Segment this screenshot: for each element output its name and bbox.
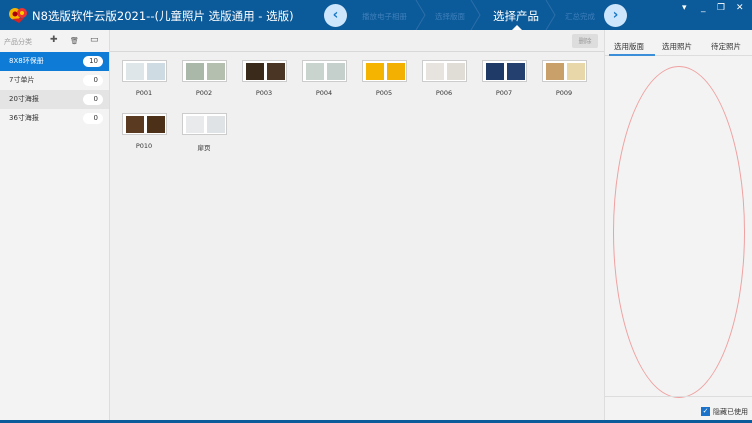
product-label: P007 (495, 89, 513, 97)
thumbnail-page-right (566, 63, 585, 80)
product-item[interactable]: 扉页 (174, 113, 234, 152)
step-separator (470, 0, 481, 30)
product-label: P010 (135, 142, 153, 150)
restore-button[interactable]: ❐ (717, 3, 725, 13)
close-button[interactable]: ✕ (736, 3, 744, 13)
thumbnail-page-right (506, 63, 525, 80)
category-label: 20寸海报 (9, 95, 39, 103)
thumbnail-page-right (146, 63, 165, 80)
title-bar: N8选版软件云版2021--(儿童照片 选版通用 - 选版) ‹ 播放电子相册 … (0, 0, 752, 30)
thumbnail-page-right (206, 63, 225, 80)
step-separator (545, 0, 556, 30)
category-count: 0 (83, 75, 103, 86)
thumbnail-page-right (266, 63, 285, 80)
product-thumbnail (181, 60, 227, 82)
product-item[interactable]: P009 (534, 60, 594, 97)
thumbnail-page-left (365, 63, 384, 80)
thumbnail-page-left (125, 116, 144, 133)
product-item[interactable]: P004 (294, 60, 354, 97)
product-label: P004 (315, 89, 333, 97)
product-thumbnail (361, 60, 407, 82)
hide-used-label[interactable]: 隐藏已使用 (713, 407, 748, 417)
category-item[interactable]: 36寸海报 0 (0, 109, 109, 128)
product-label: P009 (555, 89, 573, 97)
prev-step-button[interactable]: ‹ (324, 4, 347, 27)
add-icon[interactable]: ✚ (50, 35, 58, 45)
category-label: 8X8环保册 (9, 57, 44, 65)
product-label: P005 (375, 89, 393, 97)
app-logo-icon (9, 8, 27, 23)
product-label: 扉页 (197, 144, 211, 152)
empty-placeholder-oval (613, 66, 745, 398)
sidebar-header: 产品分类 ✚ 🗑 ▭ (0, 30, 109, 52)
thumbnail-page-left (125, 63, 144, 80)
category-item[interactable]: 7寸单片 0 (0, 71, 109, 90)
product-label: P001 (135, 89, 153, 97)
thumbnail-page-left (545, 63, 564, 80)
product-area: 删除 P001 P002 P003 P004 P005 P006 P007 P009 P010 扉… (110, 30, 604, 420)
product-toolbar: 删除 (110, 30, 604, 52)
window-title: N8选版软件云版2021--(儿童照片 选版通用 - 选版) (32, 9, 294, 23)
thumbnail-page-left (185, 116, 204, 133)
product-thumbnail (481, 60, 527, 82)
product-thumbnail (421, 60, 467, 82)
active-tab-underline (609, 54, 655, 56)
thumbnail-page-left (485, 63, 504, 80)
category-count: 10 (83, 56, 103, 67)
tab-selected-layouts[interactable]: 选用版面 (614, 41, 644, 52)
product-item[interactable]: P007 (474, 60, 534, 97)
category-sidebar: 产品分类 ✚ 🗑 ▭ 8X8环保册 10 7寸单片 0 20寸海报 0 36寸海报 0 (0, 30, 110, 420)
right-tabs: 选用版面 选用照片 待定照片 (605, 30, 752, 56)
category-count: 0 (83, 94, 103, 105)
thumbnail-page-right (446, 63, 465, 80)
product-item[interactable]: P001 (114, 60, 174, 97)
product-thumbnail (121, 60, 167, 82)
category-item[interactable]: 8X8环保册 10 (0, 52, 109, 71)
product-thumbnail (541, 60, 587, 82)
thumbnail-page-left (245, 63, 264, 80)
thumbnail-page-right (206, 116, 225, 133)
view-icon[interactable]: ▭ (90, 35, 99, 45)
tab-selected-photos[interactable]: 选用照片 (662, 41, 692, 52)
next-step-button[interactable]: › (604, 4, 627, 27)
step-summary[interactable]: 汇总完成 (565, 11, 595, 22)
menu-icon[interactable]: ▾ (682, 3, 687, 13)
product-item[interactable]: P010 (114, 113, 174, 150)
thumbnail-page-right (146, 116, 165, 133)
product-item[interactable]: P003 (234, 60, 294, 97)
thumbnail-page-left (425, 63, 444, 80)
right-footer: ✓ 隐藏已使用 (605, 396, 752, 420)
product-thumbnail (121, 113, 167, 135)
product-label: P003 (255, 89, 273, 97)
thumbnail-page-right (326, 63, 345, 80)
step-select-layout[interactable]: 选择版面 (435, 11, 465, 22)
category-count: 0 (83, 113, 103, 124)
product-item[interactable]: P002 (174, 60, 234, 97)
product-item[interactable]: P005 (354, 60, 414, 97)
category-label: 7寸单片 (9, 76, 35, 84)
step-play-album[interactable]: 播放电子相册 (362, 11, 407, 22)
product-item[interactable]: P006 (414, 60, 474, 97)
thumbnail-page-left (185, 63, 204, 80)
category-item[interactable]: 20寸海报 0 (0, 90, 109, 109)
step-select-product[interactable]: 选择产品 (493, 8, 539, 24)
thumbnail-page-right (386, 63, 405, 80)
product-label: P002 (195, 89, 213, 97)
tab-pending-photos[interactable]: 待定照片 (711, 41, 741, 52)
sidebar-title: 产品分类 (4, 38, 32, 46)
thumbnail-page-left (305, 63, 324, 80)
minimize-button[interactable]: _ (701, 3, 706, 13)
trash-icon[interactable]: 🗑 (70, 37, 79, 45)
delete-button[interactable]: 删除 (572, 34, 598, 48)
step-separator (415, 0, 426, 30)
product-thumbnail (181, 113, 227, 135)
product-label: P006 (435, 89, 453, 97)
product-thumbnail (301, 60, 347, 82)
category-label: 36寸海报 (9, 114, 39, 122)
product-thumbnail (241, 60, 287, 82)
hide-used-checkbox[interactable]: ✓ (701, 407, 710, 416)
right-panel: 选用版面 选用照片 待定照片 ✓ 隐藏已使用 (604, 30, 752, 420)
